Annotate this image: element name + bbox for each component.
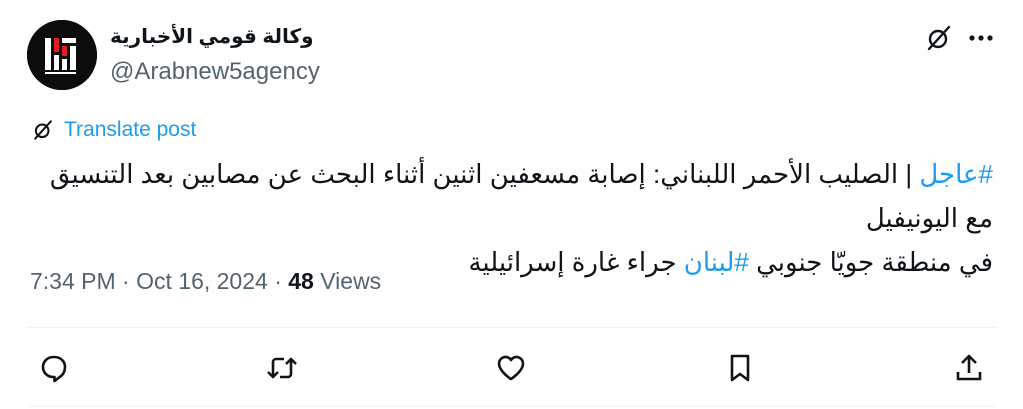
tweet-line-2-start: في منطقة جويّا جنوبي: [756, 247, 993, 277]
divider-bottom: [27, 406, 996, 407]
translate-icon: [32, 119, 54, 141]
action-bar: [0, 350, 1023, 390]
bookmark-icon: [724, 352, 756, 384]
tweet-line-1: #عاجل | الصليب الأحمر اللبناني: إصابة مس…: [30, 152, 993, 240]
repost-button[interactable]: [264, 350, 300, 386]
like-icon: [495, 352, 527, 384]
views-count: 48: [288, 268, 314, 294]
meta-separator: ·: [115, 268, 137, 294]
grok-icon[interactable]: [925, 24, 953, 52]
hashtag-urgent[interactable]: #عاجل: [919, 159, 993, 189]
tweet-line-2-end: جراء غارة إسرائيلية: [468, 247, 677, 277]
tweet-text: #عاجل | الصليب الأحمر اللبناني: إصابة مس…: [30, 152, 993, 284]
reply-button[interactable]: [36, 350, 72, 386]
views-label: Views: [313, 268, 382, 294]
share-button[interactable]: [951, 350, 987, 386]
share-icon: [953, 352, 985, 384]
bookmark-button[interactable]: [722, 350, 758, 386]
post-metadata: 7:34 PM · Oct 16, 2024 · 48 Views: [30, 268, 381, 295]
tweet-line-1-text: | الصليب الأحمر اللبناني: إصابة مسعفين ا…: [49, 159, 993, 233]
like-button[interactable]: [493, 350, 529, 386]
post-time[interactable]: 7:34 PM: [30, 268, 116, 294]
top-actions: [925, 24, 995, 52]
repost-icon: [265, 352, 299, 384]
account-handle[interactable]: @Arabnew5agency: [110, 58, 320, 86]
hashtag-lebanon[interactable]: #لبنان: [684, 247, 749, 277]
display-name[interactable]: وكالة قومي الأخبارية: [110, 24, 314, 49]
divider-top: [27, 327, 996, 328]
avatar[interactable]: [27, 20, 97, 90]
translate-label: Translate post: [64, 118, 197, 141]
meta-separator: ·: [267, 268, 289, 294]
translate-post-link[interactable]: Translate post: [32, 118, 196, 142]
reply-icon: [38, 352, 70, 384]
more-icon[interactable]: [967, 24, 995, 52]
post-date[interactable]: Oct 16, 2024: [136, 268, 268, 294]
avatar-logo-icon: [27, 20, 97, 90]
